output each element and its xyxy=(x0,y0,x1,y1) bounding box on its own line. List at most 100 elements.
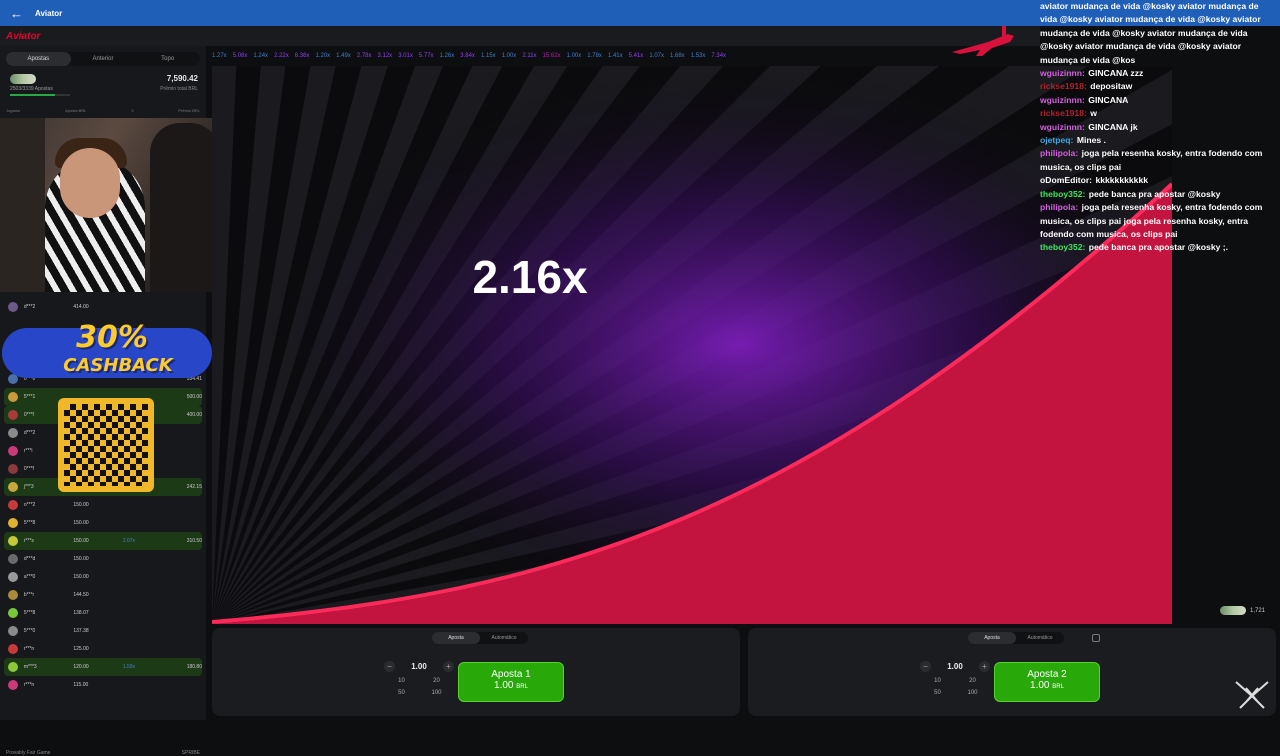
remove-bet-panel-icon[interactable] xyxy=(1092,634,1100,642)
player-name: b***r xyxy=(23,592,35,598)
history-multiplier[interactable]: 5.08x xyxy=(233,50,248,62)
spribe-logo: SPRIBE xyxy=(181,750,200,756)
history-multiplier[interactable]: 1.00x xyxy=(502,50,517,62)
provably-fair-link[interactable]: Provably Fair Game xyxy=(6,750,50,756)
cashout-multiplier: 1.59x xyxy=(122,664,136,670)
history-multiplier[interactable]: 1.07x xyxy=(649,50,664,62)
chat-message: aviator mudança de vida @kosky aviator m… xyxy=(1040,0,1276,67)
bet-amount-value[interactable]: 1.00 xyxy=(411,662,427,671)
column-header: X xyxy=(131,108,134,113)
history-multiplier[interactable]: 2.22x xyxy=(274,50,289,62)
history-multiplier[interactable]: 1.41x xyxy=(608,50,623,62)
tab-apostas[interactable]: Apostas xyxy=(6,52,71,66)
quick-amount-button[interactable]: 50 xyxy=(920,690,955,696)
win-amount: 180.80 xyxy=(186,664,202,670)
history-multiplier[interactable]: 7.34x xyxy=(711,50,726,62)
tab-anterior[interactable]: Anterior xyxy=(71,52,136,66)
history-multiplier[interactable]: 1.53x xyxy=(691,50,706,62)
avatar xyxy=(8,410,18,420)
chat-message: theboy352: pede banca pra apostar @kosky… xyxy=(1040,241,1276,254)
cashback-percent: 30% xyxy=(76,320,148,355)
history-multiplier[interactable]: 5.77x xyxy=(419,50,434,62)
bet-amount: 125.00 xyxy=(73,646,89,652)
bet-amount-value[interactable]: 1.00 xyxy=(947,662,963,671)
avatar xyxy=(8,464,18,474)
webcam-face xyxy=(60,148,120,218)
player-name: d***2 xyxy=(23,304,36,310)
history-multiplier[interactable]: 1.78x xyxy=(587,50,602,62)
history-multiplier[interactable]: 15.62x xyxy=(543,50,561,62)
avatar xyxy=(8,482,18,492)
stream-chat-overlay: aviator mudança de vida @kosky aviator m… xyxy=(1036,0,1280,268)
quick-amount-button[interactable]: 100 xyxy=(955,690,990,696)
minus-button[interactable]: − xyxy=(920,660,931,672)
history-multiplier[interactable]: 1.20x xyxy=(315,50,330,62)
bets-tabs: Apostas Anterior Topo xyxy=(6,52,200,66)
bet-button-amount-line: 1.00 BRL xyxy=(459,680,563,691)
player-name: r***s xyxy=(23,538,34,544)
cashback-label: CASHBACK xyxy=(63,355,173,376)
online-players: 1,721 xyxy=(1220,606,1265,615)
chat-username: ojetpeq: xyxy=(1040,135,1074,146)
tab-bet[interactable]: Aposta xyxy=(432,632,480,644)
tab-bet[interactable]: Aposta xyxy=(968,632,1016,644)
chat-message: ojetpeq: Mines . xyxy=(1040,134,1276,147)
place-bet-button[interactable]: Aposta 1 1.00 BRL xyxy=(458,662,564,702)
bet-row: 5***0 137.38 xyxy=(4,622,202,640)
current-multiplier: 2.16x xyxy=(472,251,588,303)
history-multiplier[interactable]: 1.26x xyxy=(440,50,455,62)
tab-topo[interactable]: Topo xyxy=(135,52,200,66)
tab-auto[interactable]: Automático xyxy=(480,632,528,644)
plus-button[interactable]: + xyxy=(442,660,454,672)
avatar xyxy=(8,626,18,636)
bet-row: m***3 120.00 1.59x 180.80 xyxy=(4,658,202,676)
history-multiplier[interactable]: 2.11x xyxy=(522,50,536,62)
history-multiplier[interactable]: 3.12x xyxy=(378,50,393,62)
quick-amount-button[interactable]: 100 xyxy=(419,690,454,696)
arrow-left-icon[interactable]: ← xyxy=(10,6,23,21)
history-multiplier[interactable]: 1.68x xyxy=(670,50,685,62)
history-multiplier[interactable]: 5.41x xyxy=(629,50,644,62)
bet-amount: 144.50 xyxy=(73,592,89,598)
sidebar-footer: Provably Fair Game SPRIBE xyxy=(6,750,200,756)
page-title: Aviator xyxy=(35,8,63,18)
quick-amount-button[interactable]: 20 xyxy=(419,678,454,684)
history-multiplier[interactable]: 1.24x xyxy=(253,50,268,62)
player-name: 5***0 xyxy=(23,628,36,634)
column-header: Aposta BRL xyxy=(65,108,87,113)
minus-button[interactable]: − xyxy=(384,660,395,672)
avatar xyxy=(8,680,18,690)
player-name: o***2 xyxy=(23,502,36,508)
history-multiplier[interactable]: 3.84x xyxy=(460,50,475,62)
history-multiplier[interactable]: 6.36x xyxy=(295,50,310,62)
quick-amount-button[interactable]: 20 xyxy=(955,678,990,684)
aviator-logo: Aviator xyxy=(6,30,41,42)
chat-message: oDomEditor: kkkkkkkkkkk xyxy=(1040,174,1276,187)
chat-message: wguizinnn: GINCANA jk xyxy=(1040,121,1276,134)
avatar xyxy=(8,518,18,528)
player-name: a***0 xyxy=(23,574,36,580)
avatar xyxy=(8,500,18,510)
avatar xyxy=(8,572,18,582)
quick-amount-button[interactable]: 50 xyxy=(384,690,419,696)
plus-button[interactable]: + xyxy=(978,660,990,672)
history-multiplier[interactable]: 1.49x xyxy=(336,50,351,62)
place-bet-button[interactable]: Aposta 2 1.00 BRL xyxy=(994,662,1100,702)
history-multiplier[interactable]: 1.27x xyxy=(212,50,227,62)
bet-row: r***s 150.00 2.07x 310.50 xyxy=(4,532,202,550)
bet-row: o***2 150.00 xyxy=(4,496,202,514)
tab-auto[interactable]: Automático xyxy=(1016,632,1064,644)
game-backdrop xyxy=(212,66,1172,624)
column-header: Jogador xyxy=(6,108,21,113)
history-multiplier[interactable]: 1.00x xyxy=(567,50,582,62)
total-win-label: Prêmio total BRL xyxy=(160,86,198,92)
avatar-group xyxy=(10,74,36,84)
quick-amount-button[interactable]: 10 xyxy=(384,678,419,684)
history-multiplier[interactable]: 1.15x xyxy=(481,50,496,62)
quick-amount-button[interactable]: 10 xyxy=(920,678,955,684)
bet-row: 5***8 150.00 xyxy=(4,514,202,532)
history-multiplier[interactable]: 3.01x xyxy=(398,50,413,62)
bet-amount: 150.00 xyxy=(73,502,89,508)
bet-button-amount: 1.00 xyxy=(494,680,514,691)
history-multiplier[interactable]: 2.78x xyxy=(357,50,372,62)
